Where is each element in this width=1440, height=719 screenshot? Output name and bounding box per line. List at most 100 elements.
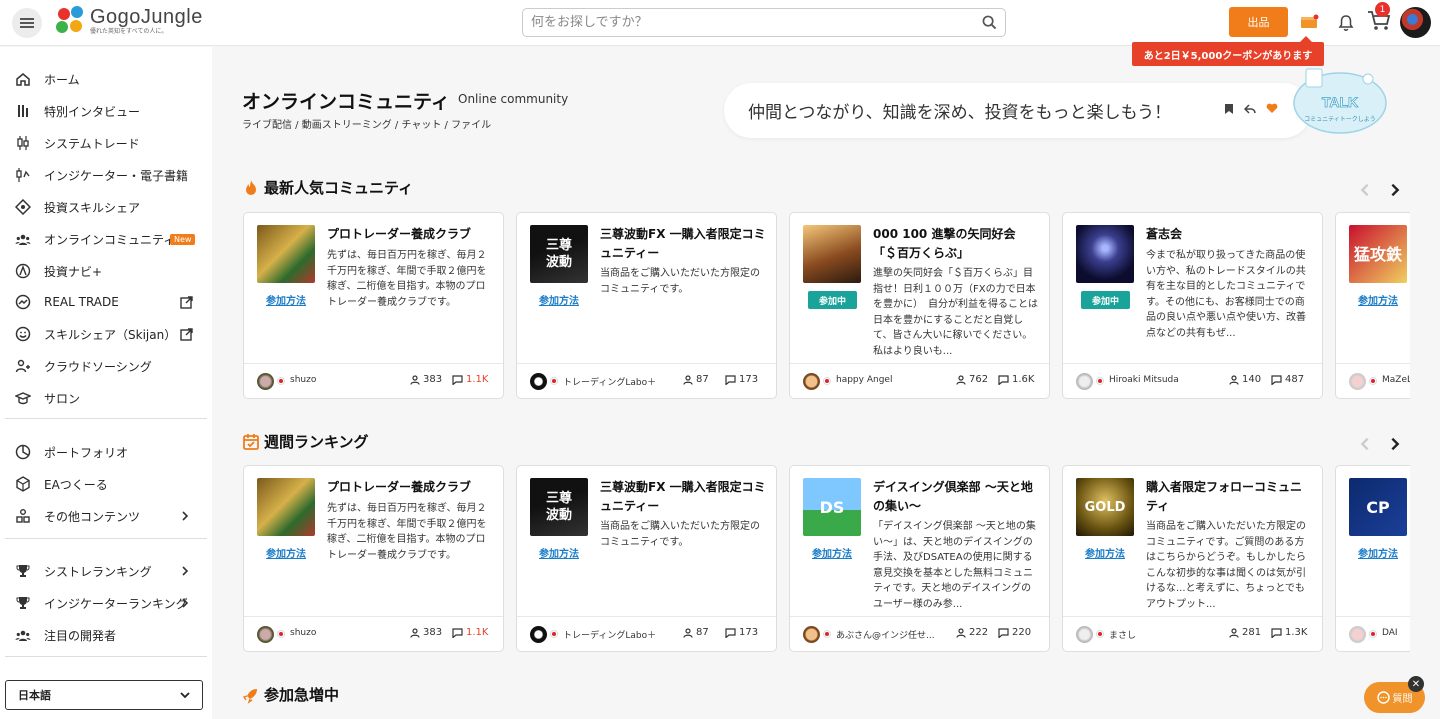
join-method-link[interactable]: 参加方法 <box>530 292 588 307</box>
sidebar-item-0[interactable]: ホーム <box>0 64 212 94</box>
community-title: デイスイング倶楽部 ～天と地の集い～ <box>873 480 1033 513</box>
sidebar-item-11[interactable]: ポートフォリオ <box>0 437 212 467</box>
member-count: 281 <box>1229 627 1261 638</box>
talk-banner[interactable]: 仲間とつながり、知識を深め、投資をもっと楽しもう！ <box>724 83 1311 138</box>
sidebar-item-10[interactable]: サロン <box>0 383 212 413</box>
talk-banner-text: 仲間とつながり、知識を深め、投資をもっと楽しもう！ <box>748 103 1172 123</box>
community-card[interactable]: 三尊 波動 参加方法 三尊波動FX 一購入者限定コミュニティー 当商品をご購入いただい… <box>516 212 777 399</box>
community-card[interactable]: 参加方法 プロトレーダー養成クラブ 先ずは、毎日百万円を稼ぎ、毎月２千万円を稼ぎ、年… <box>243 212 504 399</box>
owner-name[interactable]: MaZeL <box>1382 375 1410 385</box>
owner-name[interactable]: トレーディングLabo＋ <box>563 375 673 388</box>
owner-name[interactable]: トレーディングLabo＋ <box>563 628 673 641</box>
search-icon[interactable] <box>982 15 997 30</box>
sidebar-item-8[interactable]: スキルシェア（Skijan） <box>0 319 212 349</box>
user-avatar[interactable] <box>1400 7 1431 38</box>
owner-name[interactable]: まさし <box>1109 628 1219 641</box>
coupon-icon[interactable] <box>1297 10 1321 34</box>
carousel-prev-button[interactable] <box>1357 436 1373 452</box>
join-method-link[interactable]: 参加方法 <box>1349 545 1407 560</box>
post-count: 1.1K <box>452 374 488 385</box>
join-method-link[interactable]: 参加方法 <box>803 545 861 560</box>
crowdsourcing-icon <box>15 359 30 373</box>
join-method-link[interactable]: 参加方法 <box>1349 292 1407 307</box>
community-icon <box>15 234 31 245</box>
bookmark-icon[interactable] <box>1224 103 1234 115</box>
owner-name[interactable]: happy Angel <box>836 375 946 385</box>
community-card[interactable]: 参加中 000 100 進撃の矢同好会「＄百万くらぶ」 進撃の矢同好会「＄百万くらぶ… <box>789 212 1050 399</box>
sidebar-item-6[interactable]: 投資ナビ+ <box>0 256 212 286</box>
chevron-right-icon <box>182 511 189 521</box>
owner-name[interactable]: shuzo <box>290 375 400 385</box>
comment-icon <box>452 374 463 385</box>
sidebar-item-16[interactable]: 注目の開発者 <box>0 620 212 650</box>
trophy-icon <box>16 565 30 577</box>
carousel-next-button[interactable] <box>1387 436 1403 452</box>
community-card[interactable]: 猛攻鉄 参加方法 MaZeL <box>1335 212 1410 399</box>
sidebar-item-1[interactable]: 特別インタビュー <box>0 96 212 126</box>
join-method-link[interactable]: 参加方法 <box>257 545 315 560</box>
community-description: 当商品をご購入いただいた方限定のコミュニティです。ご質問のある方はこちらからどう… <box>1146 521 1306 608</box>
sidebar-divider <box>5 656 207 657</box>
sell-button[interactable]: 出品 <box>1229 7 1288 37</box>
sidebar-item-9[interactable]: クラウドソーシング <box>0 351 212 381</box>
hamburger-menu-button[interactable] <box>12 8 42 38</box>
card-footer: shuzo 383 1.1K <box>244 616 503 651</box>
community-card[interactable]: 参加中 蒼志会 今まで私が取り扱ってきた商品の使い方や、私のトレードスタイルの共有を… <box>1062 212 1323 399</box>
community-thumbnail <box>257 225 315 283</box>
community-thumbnail: CP <box>1349 478 1407 536</box>
owner-name[interactable]: DAI <box>1382 628 1410 638</box>
community-card[interactable]: DS 参加方法 デイスイング倶楽部 ～天と地の集い～ 「デイスイング倶楽部 ～天と地の… <box>789 465 1050 652</box>
fire-icon <box>246 179 256 195</box>
owner-name[interactable]: あぶさん@インジ任せ... <box>836 628 946 641</box>
community-thumbnail: GOLD <box>1076 478 1134 536</box>
join-method-link[interactable]: 参加方法 <box>257 292 315 307</box>
member-count: 87 <box>683 627 709 638</box>
card-footer: Hiroaki Mitsuda 140 487 <box>1063 363 1322 398</box>
community-card[interactable]: 三尊 波動 参加方法 三尊波動FX 一購入者限定コミュニティー 当商品をご購入いただい… <box>516 465 777 652</box>
owner-avatar <box>1349 626 1366 643</box>
sidebar-item-15[interactable]: インジケーターランキング <box>0 588 212 618</box>
post-count: 1.6K <box>998 374 1034 385</box>
community-card[interactable]: GOLD 参加方法 購入者限定フォローコミュニティ 当商品をご購入いただいた方限定のコ… <box>1062 465 1323 652</box>
sidebar-item-5[interactable]: オンラインコミュニティ New <box>0 224 212 254</box>
member-count: 222 <box>956 627 988 638</box>
bell-icon[interactable] <box>1334 10 1358 34</box>
owner-name[interactable]: Hiroaki Mitsuda <box>1109 375 1219 385</box>
community-thumbnail <box>1076 225 1134 283</box>
join-method-link[interactable]: 参加方法 <box>1076 545 1134 560</box>
language-select[interactable]: 日本語 <box>5 680 203 710</box>
owner-name[interactable]: shuzo <box>290 628 400 638</box>
carousel-next-button[interactable] <box>1387 182 1403 198</box>
search-input[interactable] <box>523 9 963 36</box>
sidebar-item-7[interactable]: REAL TRADE <box>0 287 212 317</box>
new-badge: New <box>170 233 196 245</box>
chat-close-button[interactable]: ✕ <box>1408 676 1424 692</box>
interview-icon <box>18 105 28 117</box>
post-count: 173 <box>725 374 758 385</box>
heart-icon[interactable] <box>1266 103 1278 114</box>
member-count: 140 <box>1229 374 1261 385</box>
sidebar-item-12[interactable]: EAつくーる <box>0 469 212 499</box>
sidebar-item-label: ホーム <box>44 72 80 87</box>
community-card[interactable]: CP 参加方法 DAI <box>1335 465 1410 652</box>
section-title: 週間ランキング <box>242 431 369 452</box>
community-description: 先ずは、毎日百万円を稼ぎ、毎月２千万円を稼ぎ、年間で手取２億円を稼ぎ、二桁億を目… <box>327 250 487 308</box>
card-footer: MaZeL <box>1336 363 1410 398</box>
share-icon[interactable] <box>1244 103 1256 115</box>
section-title-text: 最新人気コミュニティ <box>264 179 414 197</box>
sidebar-item-14[interactable]: シストレランキング <box>0 556 212 586</box>
community-carousel: 参加方法 プロトレーダー養成クラブ 先ずは、毎日百万円を稼ぎ、毎月２千万円を稼ぎ、年… <box>243 212 1410 400</box>
carousel-prev-button[interactable] <box>1357 182 1373 198</box>
card-footer: happy Angel 762 1.6K <box>790 363 1049 398</box>
sidebar-item-4[interactable]: 投資スキルシェア <box>0 192 212 222</box>
sidebar-item-label: EAつくーる <box>44 477 108 492</box>
sidebar-item-3[interactable]: インジケーター・電子書籍 <box>0 160 212 190</box>
logo[interactable]: GogoJungle 優れた英知をすべての人に。 <box>56 6 203 36</box>
person-icon <box>683 627 693 638</box>
page-title: オンラインコミュニティ <box>242 91 450 113</box>
community-card[interactable]: 参加方法 プロトレーダー養成クラブ 先ずは、毎日百万円を稼ぎ、毎月２千万円を稼ぎ、年… <box>243 465 504 652</box>
sidebar-item-2[interactable]: システムトレード <box>0 128 212 158</box>
sidebar-item-13[interactable]: その他コンテンツ <box>0 501 212 531</box>
join-method-link[interactable]: 参加方法 <box>530 545 588 560</box>
comment-icon <box>998 627 1009 638</box>
